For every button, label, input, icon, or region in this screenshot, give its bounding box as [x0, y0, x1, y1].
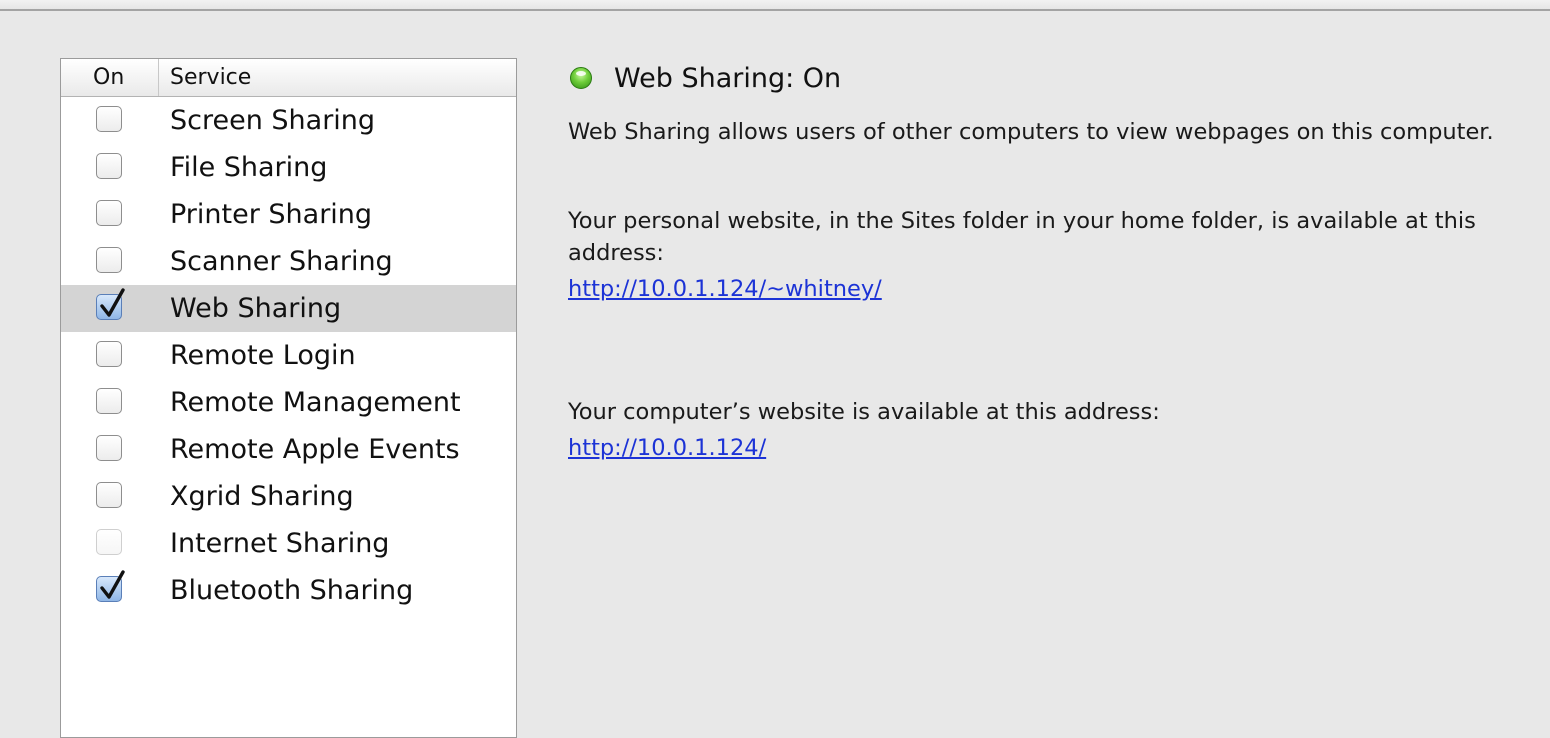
service-row[interactable]: Web Sharing — [61, 285, 516, 332]
checkbox[interactable] — [96, 435, 122, 461]
service-row[interactable]: Internet Sharing — [61, 520, 516, 567]
service-label: Bluetooth Sharing — [170, 575, 414, 606]
service-label: Screen Sharing — [170, 105, 376, 136]
status-line: Web Sharing: On — [568, 56, 1543, 100]
checkbox[interactable] — [96, 153, 122, 179]
table-header: On Service — [61, 59, 516, 97]
service-label: File Sharing — [170, 152, 328, 183]
window-top-border — [0, 0, 1550, 11]
service-row[interactable]: Printer Sharing — [61, 191, 516, 238]
service-row[interactable]: Screen Sharing — [61, 97, 516, 144]
checkbox-checked[interactable] — [96, 570, 125, 602]
service-list: Screen Sharing File Sharing Printer Sharin… — [61, 97, 516, 614]
green-status-light-icon — [570, 67, 592, 89]
service-label: Remote Apple Events — [170, 434, 460, 465]
service-row[interactable]: Scanner Sharing — [61, 238, 516, 285]
service-row[interactable]: File Sharing — [61, 144, 516, 191]
service-label: Web Sharing — [170, 293, 342, 324]
detail-pane: Web Sharing: On Web Sharing allows users… — [568, 56, 1543, 464]
service-label: Internet Sharing — [170, 528, 390, 559]
service-row[interactable]: Bluetooth Sharing — [61, 567, 516, 614]
computer-website-link[interactable]: http://10.0.1.124/ — [568, 432, 766, 464]
checkbox[interactable] — [96, 341, 122, 367]
status-title: Web Sharing: On — [614, 62, 842, 94]
service-label: Xgrid Sharing — [170, 481, 354, 512]
column-header-service[interactable]: Service — [159, 59, 516, 96]
service-row[interactable]: Remote Login — [61, 332, 516, 379]
column-header-on[interactable]: On — [61, 59, 159, 96]
service-row[interactable]: Xgrid Sharing — [61, 473, 516, 520]
checkmark-icon — [100, 570, 125, 599]
checkbox[interactable] — [96, 388, 122, 414]
checkbox — [96, 529, 122, 555]
service-label: Printer Sharing — [170, 199, 373, 230]
service-label: Remote Management — [170, 387, 461, 418]
service-row[interactable]: Remote Apple Events — [61, 426, 516, 473]
personal-website-text: Your personal website, in the Sites fold… — [568, 208, 1476, 266]
checkbox[interactable] — [96, 106, 122, 132]
checkbox[interactable] — [96, 482, 122, 508]
service-row[interactable]: Remote Management — [61, 379, 516, 426]
service-label: Scanner Sharing — [170, 246, 393, 277]
computer-website-text: Your computer’s website is available at … — [568, 399, 1160, 425]
checkbox[interactable] — [96, 200, 122, 226]
checkmark-icon — [100, 288, 125, 317]
personal-website-link[interactable]: http://10.0.1.124/~whitney/ — [568, 273, 882, 305]
service-label: Remote Login — [170, 340, 356, 371]
description-text: Web Sharing allows users of other comput… — [568, 119, 1494, 145]
services-table[interactable]: On Service Screen Sharing File Sharing Pri… — [60, 58, 517, 738]
checkbox[interactable] — [96, 247, 122, 273]
checkbox-checked[interactable] — [96, 288, 125, 320]
